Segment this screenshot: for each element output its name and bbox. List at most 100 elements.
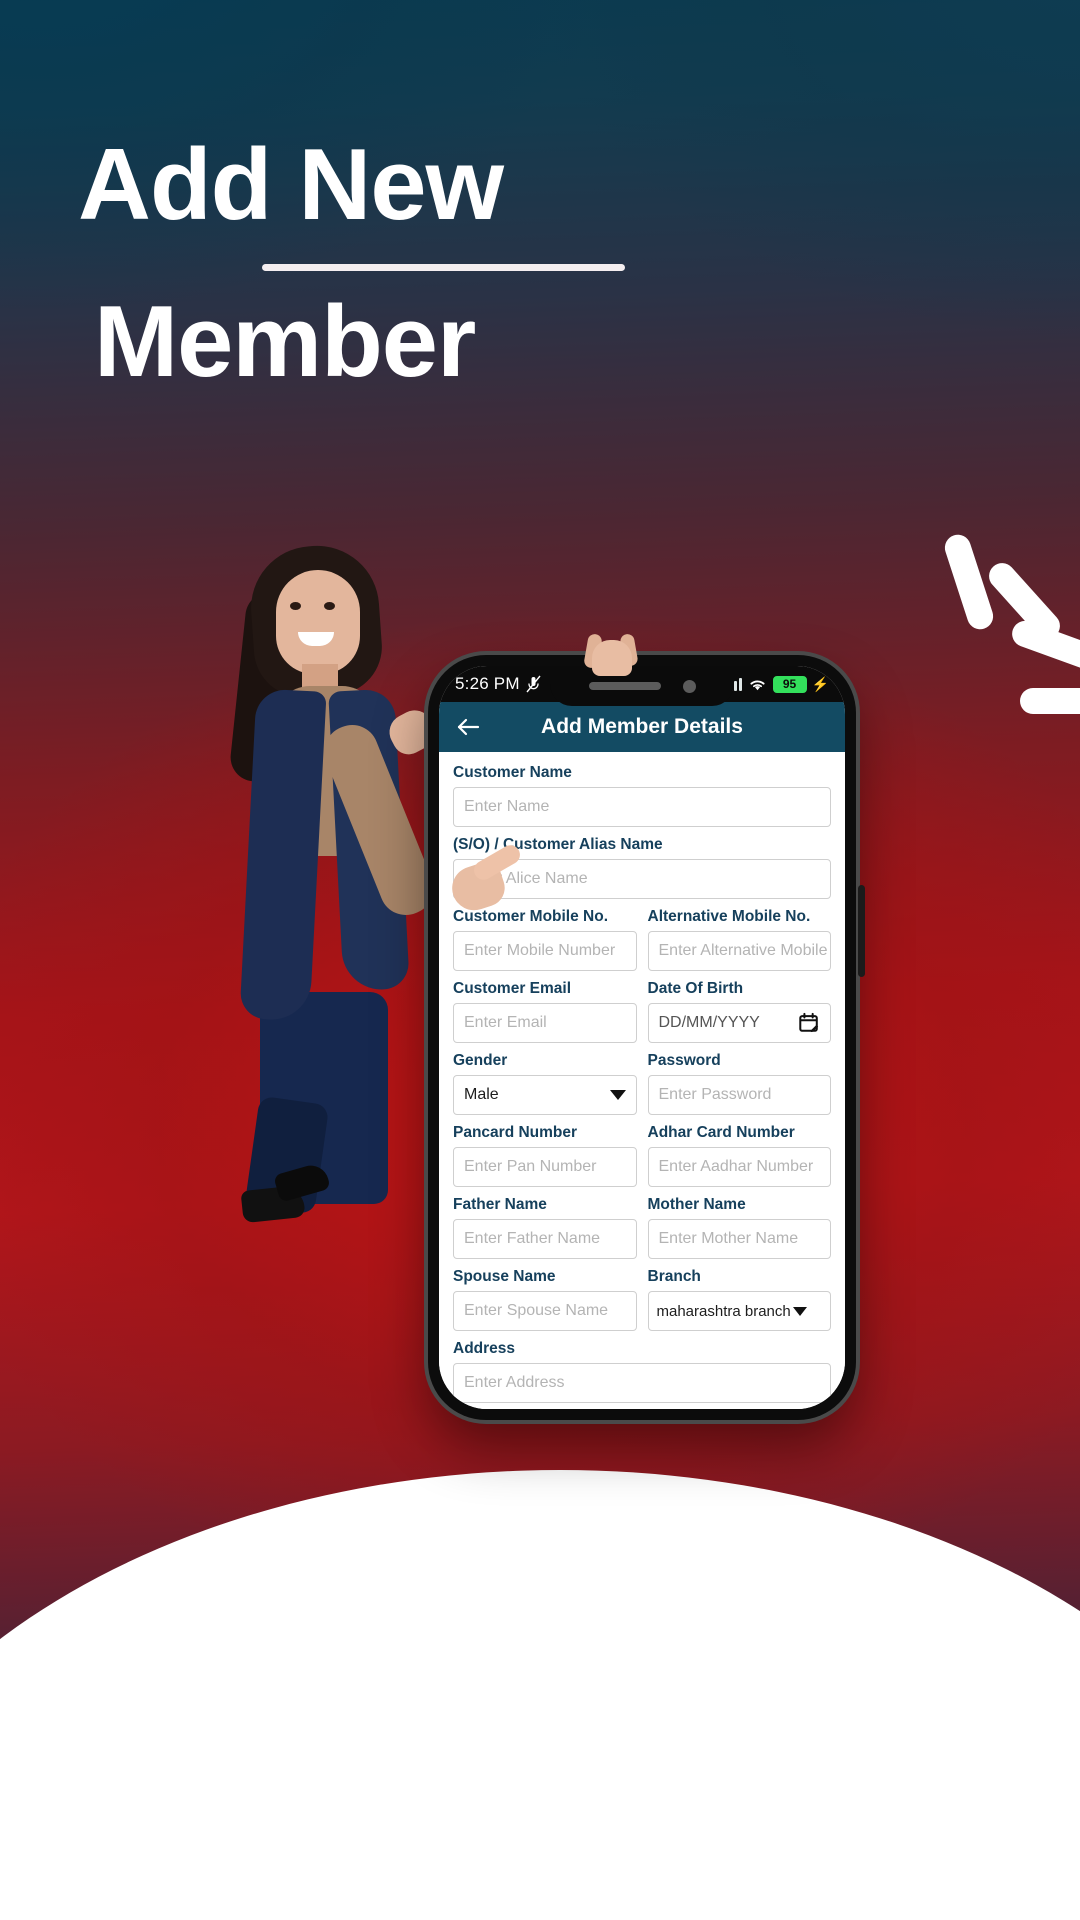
select-branch[interactable]: maharashtra branch <box>647 1291 831 1331</box>
input-address[interactable]: Enter Address <box>453 1363 831 1403</box>
presenter-eye-right <box>324 602 335 610</box>
calendar-edit-icon[interactable] <box>798 1012 820 1034</box>
input-customer-alias-name[interactable]: Enter Alice Name <box>453 859 831 899</box>
field-adhar-card-number: Adhar Card Number Enter Aadhar Number <box>647 1124 831 1187</box>
phone-notch <box>550 666 734 706</box>
field-customer-mobile-no: Customer Mobile No. Enter Mobile Number <box>453 908 637 971</box>
row-spouse-branch: Spouse Name Enter Spouse Name Branch mah… <box>453 1268 831 1340</box>
label-mother-name: Mother Name <box>647 1196 746 1213</box>
input-customer-mobile-no[interactable]: Enter Mobile Number <box>453 931 637 971</box>
label-customer-name: Customer Name <box>453 764 572 781</box>
input-spouse-name[interactable]: Enter Spouse Name <box>453 1291 637 1331</box>
status-bar-right: 95 ⚡ <box>725 675 829 693</box>
presenter-hair-side <box>228 589 300 785</box>
input-father-name[interactable]: Enter Father Name <box>453 1219 637 1259</box>
status-time: 5:26 PM <box>455 674 520 693</box>
poster-background: Add New Member 5:26 PM 95 ⚡ Add Member D… <box>0 0 1080 1920</box>
select-gender[interactable]: Male <box>453 1075 637 1115</box>
speed-lines-decoration <box>930 520 1080 720</box>
label-customer-email: Customer Email <box>453 980 572 997</box>
field-date-of-birth: Date Of Birth DD/MM/YYYY <box>647 980 831 1043</box>
field-alternative-mobile-no: Alternative Mobile No. Enter Alternative… <box>647 908 831 971</box>
branch-value: maharashtra branch <box>656 1302 791 1320</box>
date-of-birth-value: DD/MM/YYYY <box>658 1014 760 1031</box>
chevron-down-icon-branch <box>792 1306 807 1316</box>
phone-side-button[interactable] <box>858 885 865 977</box>
field-password: Password Enter Password <box>647 1052 831 1115</box>
headline-line-2: Member <box>94 286 476 399</box>
label-customer-alias-name: (S/O) / Customer Alias Name <box>453 836 663 853</box>
presenter-eye-left <box>290 602 301 610</box>
row-pan-adhar: Pancard Number Enter Pan Number Adhar Ca… <box>453 1124 831 1196</box>
phone-screen: 5:26 PM 95 ⚡ Add Member Details Customer… <box>439 666 845 1409</box>
white-ellipse-decoration <box>0 1470 1080 1920</box>
add-member-form: Customer Name Enter Name (S/O) / Custome… <box>439 752 845 1409</box>
row-mobile: Customer Mobile No. Enter Mobile Number … <box>453 908 831 980</box>
page-title: Add Member Details <box>541 715 743 738</box>
phone-mockup: 5:26 PM 95 ⚡ Add Member Details Customer… <box>428 655 865 1420</box>
presenter-face <box>276 570 360 674</box>
label-customer-mobile-no: Customer Mobile No. <box>453 908 609 925</box>
label-adhar-card-number: Adhar Card Number <box>647 1124 795 1141</box>
label-gender: Gender <box>453 1052 508 1069</box>
presenter-neck <box>302 664 338 698</box>
row-email-dob: Customer Email Enter Email Date Of Birth… <box>453 980 831 1052</box>
label-date-of-birth: Date Of Birth <box>647 980 744 997</box>
field-customer-alias-name: (S/O) / Customer Alias Name Enter Alice … <box>453 836 831 899</box>
presenter-coat-left <box>239 688 327 1022</box>
presenter-jeans-leg <box>244 1095 330 1215</box>
arrow-left-icon <box>457 718 480 736</box>
input-adhar-card-number[interactable]: Enter Aadhar Number <box>647 1147 831 1187</box>
gender-value: Male <box>464 1086 499 1103</box>
label-alternative-mobile-no: Alternative Mobile No. <box>647 908 811 925</box>
field-gender: Gender Male <box>453 1052 637 1115</box>
hand-on-phone-top <box>583 630 640 678</box>
presenter-coat-right <box>328 688 410 992</box>
input-password[interactable]: Enter Password <box>647 1075 831 1115</box>
presenter-arm <box>316 717 442 923</box>
field-pancard-number: Pancard Number Enter Pan Number <box>453 1124 637 1187</box>
field-spouse-name: Spouse Name Enter Spouse Name <box>453 1268 637 1331</box>
earpiece-speaker <box>588 682 661 690</box>
input-pancard-number[interactable]: Enter Pan Number <box>453 1147 637 1187</box>
chevron-down-icon <box>609 1090 626 1100</box>
row-father-mother: Father Name Enter Father Name Mother Nam… <box>453 1196 831 1268</box>
battery-indicator: 95 <box>772 675 807 693</box>
presenter-shoe-left <box>240 1184 306 1224</box>
row-gender-password: Gender Male Password Enter Password <box>453 1052 831 1124</box>
presenter-top <box>274 686 378 856</box>
back-button[interactable] <box>453 712 483 742</box>
input-mother-name[interactable]: Enter Mother Name <box>647 1219 831 1259</box>
wifi-icon <box>748 677 767 691</box>
speed-line-4 <box>1020 688 1080 714</box>
input-date-of-birth[interactable]: DD/MM/YYYY <box>647 1003 831 1043</box>
field-father-name: Father Name Enter Father Name <box>453 1196 637 1259</box>
speed-line-1 <box>941 531 997 633</box>
label-address: Address <box>453 1340 516 1357</box>
presenter-jeans <box>260 992 388 1204</box>
field-address: Address Enter Address <box>453 1340 831 1403</box>
field-customer-email: Customer Email Enter Email <box>453 980 637 1043</box>
app-bar: Add Member Details <box>439 702 845 752</box>
label-father-name: Father Name <box>453 1196 547 1213</box>
presenter-hair <box>246 541 386 701</box>
hand-palm-top <box>592 640 632 676</box>
presenter-smile <box>298 632 334 646</box>
label-spouse-name: Spouse Name <box>453 1268 556 1285</box>
field-customer-name: Customer Name Enter Name <box>453 764 831 827</box>
front-camera <box>682 679 696 693</box>
field-mother-name: Mother Name Enter Mother Name <box>647 1196 831 1259</box>
headline-block: Add New Member <box>78 129 718 399</box>
label-password: Password <box>647 1052 721 1069</box>
label-pancard-number: Pancard Number <box>453 1124 578 1141</box>
presenter-shoe-right <box>273 1161 331 1203</box>
input-customer-name[interactable]: Enter Name <box>453 787 831 827</box>
mic-off-icon <box>526 675 541 693</box>
status-bar-left: 5:26 PM <box>455 674 541 694</box>
field-branch: Branch maharashtra branch <box>647 1268 831 1331</box>
headline-line-1: Add New <box>78 129 504 241</box>
input-customer-email[interactable]: Enter Email <box>453 1003 637 1043</box>
headline-underline <box>262 264 625 272</box>
input-alternative-mobile-no[interactable]: Enter Alternative Mobile <box>647 931 831 971</box>
label-branch: Branch <box>647 1268 701 1285</box>
